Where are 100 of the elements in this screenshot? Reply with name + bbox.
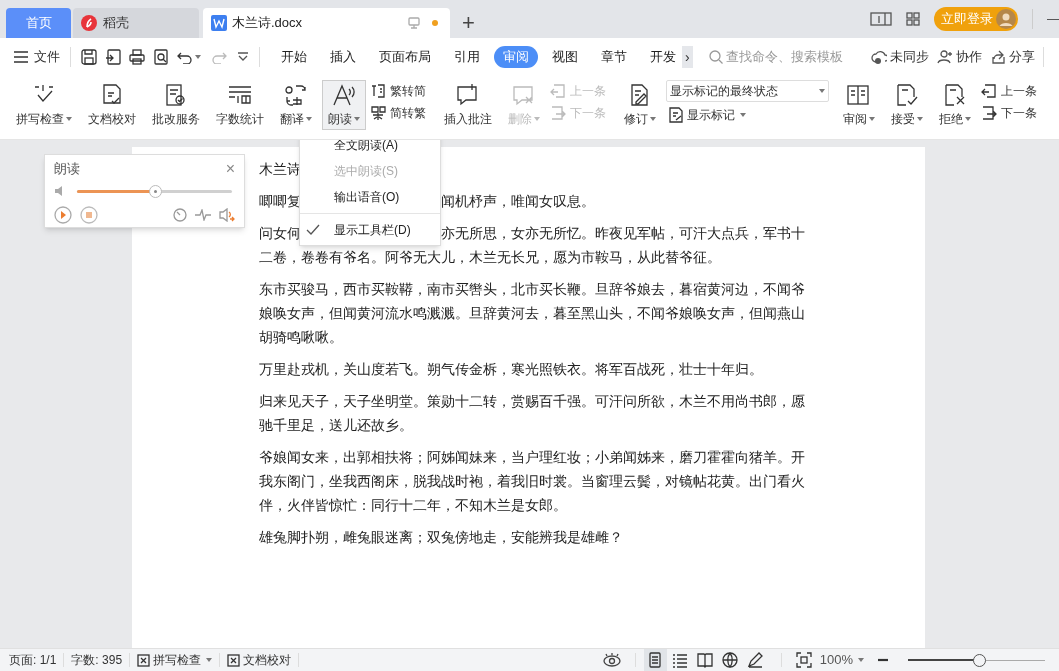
status-button[interactable]: 文档校对 xyxy=(227,651,292,669)
ribbon-tab[interactable]: 章节 xyxy=(592,46,636,68)
undo-icon[interactable] xyxy=(177,50,193,64)
previous-icon xyxy=(550,83,567,99)
apps-grid-icon[interactable] xyxy=(906,12,920,26)
caret-icon xyxy=(740,113,746,117)
caret-icon xyxy=(858,658,864,662)
paragraph-text: 二卷，卷卷有爷名。阿爷无大儿，木兰无长兄，愿为市鞍马，从此替爷征。 xyxy=(259,248,722,267)
ribbon-small-button[interactable]: 繁转简 xyxy=(370,82,426,100)
ribbon-button[interactable]: 拼写检查 xyxy=(10,80,78,130)
save-icon[interactable] xyxy=(81,49,97,65)
paragraph: 雄兔脚扑朔，雌兔眼迷离；双兔傍地走，安能辨我是雄雌？ xyxy=(259,528,624,547)
check-icon xyxy=(306,224,320,236)
speaker-output-icon[interactable] xyxy=(219,207,235,222)
ribbon-tab[interactable]: 页面布局 xyxy=(370,46,440,68)
toolbar-button[interactable]: 未同步 xyxy=(870,47,929,67)
slider-thumb[interactable] xyxy=(148,184,162,198)
ribbon-tab[interactable]: 视图 xyxy=(543,46,587,68)
menu-item[interactable]: 显示工具栏(D) xyxy=(300,217,440,243)
zoom-out-icon[interactable] xyxy=(878,658,888,662)
book-view-icon xyxy=(697,652,714,668)
page-count: 页面: 1/1 xyxy=(9,652,57,669)
more-tabs-button[interactable]: › xyxy=(682,46,693,68)
play-icon[interactable] xyxy=(54,205,72,224)
ribbon-button[interactable]: 字数统计 xyxy=(210,80,270,130)
markup-icon xyxy=(668,107,684,123)
panel-title: 朗读 xyxy=(54,160,81,178)
ribbon-small-button[interactable]: 下一条 xyxy=(981,104,1037,122)
search-icon xyxy=(708,50,723,64)
outline-view-icon xyxy=(672,652,689,668)
caret-icon xyxy=(534,117,540,121)
search-field[interactable]: 查找命令、搜索模板 xyxy=(708,47,851,67)
status-button[interactable]: 拼写检查 xyxy=(137,651,213,669)
view-button[interactable] xyxy=(643,649,667,671)
close-button[interactable]: × xyxy=(225,160,235,177)
ribbon-tab[interactable]: 开始 xyxy=(272,46,316,68)
next-icon xyxy=(550,105,567,121)
ribbon-button[interactable]: 文档校对 xyxy=(82,80,142,130)
ribbon-button[interactable]: 批改服务 xyxy=(146,80,206,130)
tab[interactable]: 木兰诗.docx xyxy=(203,8,450,38)
paragraph: 归来见天子，天子坐明堂。策勋十二转，赏赐百千强。可汗问所欲，木兰不用尚书郎，愿驰千里足，送儿还故乡。 xyxy=(259,392,805,435)
page-view-icon xyxy=(647,652,664,668)
voice-wave-icon[interactable] xyxy=(195,208,211,221)
ribbon-small-button[interactable]: 简转繁 xyxy=(370,104,426,122)
menu-item[interactable]: 输出语音(O) xyxy=(300,184,440,210)
export-icon[interactable] xyxy=(105,49,121,65)
ribbon-button[interactable]: 修订 xyxy=(618,80,662,130)
docer-logo-icon xyxy=(81,15,97,31)
paragraph-text: 唧唧复 xyxy=(259,193,301,209)
ribbon-button[interactable]: 插入批注 xyxy=(438,80,498,130)
review-pane-icon xyxy=(846,83,872,107)
print-preview-icon[interactable] xyxy=(153,49,169,65)
caret-icon xyxy=(195,55,201,59)
person-add-icon xyxy=(936,49,953,65)
proofing-icon xyxy=(227,653,241,667)
show-markup-button[interactable]: 显示标记 xyxy=(666,106,829,124)
ribbon-small-button[interactable]: 上一条 xyxy=(981,82,1037,100)
caret-icon xyxy=(206,658,213,662)
slider-thumb[interactable] xyxy=(973,653,987,667)
ribbon-button[interactable]: 审阅 xyxy=(837,80,881,130)
new-tab-button[interactable]: + xyxy=(458,12,479,34)
caret-icon xyxy=(354,117,360,121)
word-count: 字数: 395 xyxy=(71,652,123,669)
zoom-dropdown[interactable]: 100% xyxy=(819,650,864,670)
document-icon xyxy=(211,15,227,31)
read-aloud-icon xyxy=(331,83,357,107)
ribbon-tab[interactable]: 开发 xyxy=(641,46,685,68)
eye-icon[interactable] xyxy=(602,653,621,667)
caret-icon xyxy=(869,117,875,121)
toolbar-button[interactable]: 分享 xyxy=(989,47,1035,67)
word-count-icon xyxy=(227,83,253,107)
paragraph: 东市买骏马，西市买鞍鞯，南市买辔头，北市买长鞭。旦辞爷娘去，暮宿黄河边，不闻爷娘唤女声，但闻黄河流水鸣溅溅。旦辞黄河去，暮至黑山头，不闻爷娘唤女声，但闻燕山胡骑鸣啾啾。 xyxy=(259,280,805,347)
document-title: 木兰诗 xyxy=(259,161,301,177)
ribbon-button[interactable]: 拒绝 xyxy=(933,80,977,130)
ribbon-button[interactable]: 接受 xyxy=(885,80,929,130)
avatar-icon xyxy=(996,9,1016,29)
paragraph-text: 亦无所思，女亦无所忆。昨夜见军帖，可汗大点兵，军书十 xyxy=(441,224,805,243)
paragraph: 万里赴戎机，关山度若飞。朔气传金柝，寒光照铁衣。将军百战死，壮士十年归。 xyxy=(259,360,764,379)
single-page-icon[interactable] xyxy=(870,12,892,26)
ribbon-button[interactable]: 翻译 xyxy=(274,80,318,130)
previous-icon xyxy=(981,83,998,99)
ribbon-button[interactable]: 朗读 xyxy=(322,80,366,130)
caret-icon xyxy=(819,89,825,93)
ribbon-tab[interactable]: 引用 xyxy=(445,46,489,68)
menu-icon xyxy=(14,51,28,63)
customize-icon[interactable] xyxy=(237,52,249,62)
toolbar-button[interactable]: 协作 xyxy=(936,47,982,67)
pen-icon xyxy=(747,652,764,668)
accept-icon xyxy=(894,83,920,107)
caret-icon xyxy=(306,117,312,121)
caret-icon xyxy=(650,117,656,121)
share-icon xyxy=(989,49,1006,65)
tab[interactable]: 稻壳 xyxy=(73,8,199,38)
markup-dropdown[interactable]: 显示标记的最终状态 xyxy=(666,80,829,102)
print-icon[interactable] xyxy=(129,49,145,65)
fit-page-icon[interactable] xyxy=(795,652,812,668)
ribbon-tab[interactable]: 插入 xyxy=(321,46,365,68)
speed-icon[interactable] xyxy=(173,207,187,222)
file-menu-button[interactable]: 文件 xyxy=(14,47,60,67)
monitor-icon xyxy=(408,17,420,29)
